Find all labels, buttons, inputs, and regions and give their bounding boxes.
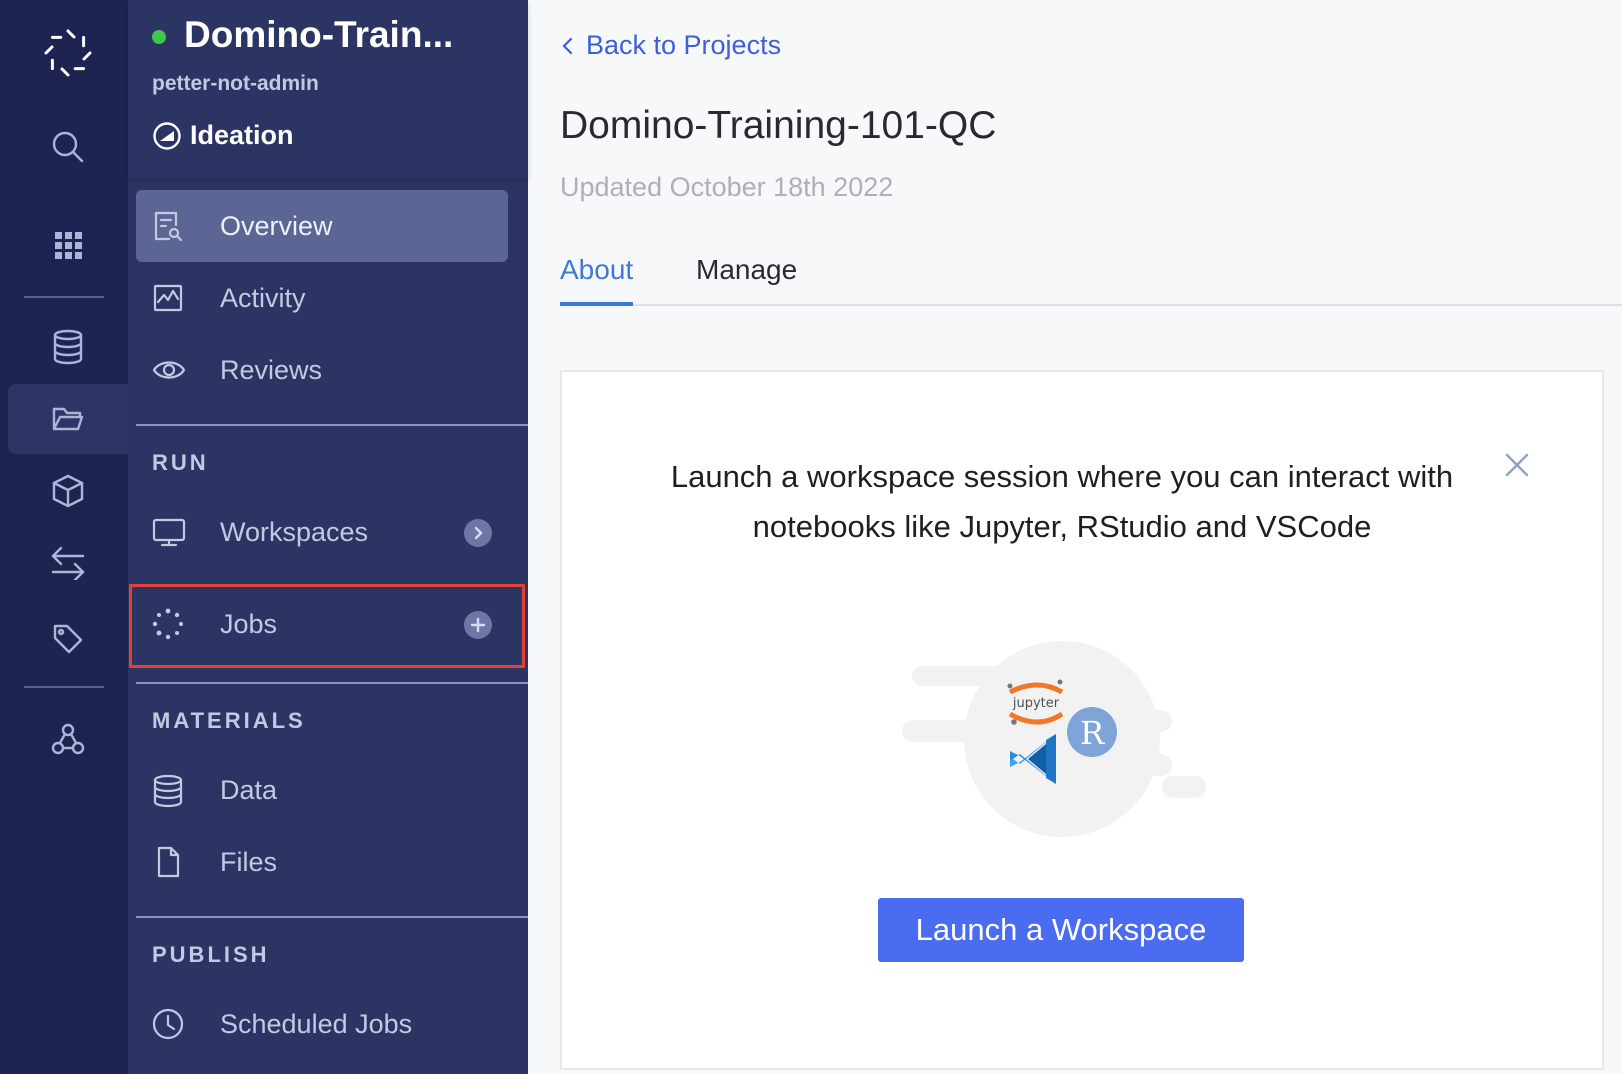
- section-label-publish: PUBLISH: [152, 942, 270, 967]
- jobs-highlight-box: [129, 584, 525, 668]
- network-icon[interactable]: [8, 704, 128, 774]
- activity-icon: [152, 282, 184, 314]
- sidebar-item-overview[interactable]: Overview: [136, 190, 508, 262]
- clock-icon: [152, 1008, 184, 1040]
- sidebar-item-label: Files: [220, 846, 278, 877]
- updated-date: Updated October 18th 2022: [560, 172, 894, 202]
- launch-workspace-button[interactable]: Launch a Workspace: [878, 898, 1244, 962]
- projects-folder-icon[interactable]: [8, 384, 128, 454]
- rail-divider: [24, 296, 104, 298]
- project-owner: petter-not-admin: [152, 72, 319, 95]
- section-divider: [136, 424, 528, 426]
- global-nav-rail: [0, 0, 128, 1074]
- chevron-left-icon: [562, 37, 573, 54]
- project-sidebar: Domino-Train... petter-not-admin Ideatio…: [128, 0, 528, 1074]
- stage-icon: [153, 121, 181, 150]
- sidebar-item-activity[interactable]: Activity: [136, 262, 508, 334]
- sidebar-item-reviews[interactable]: Reviews: [136, 334, 508, 406]
- r-logo-icon: R: [1067, 707, 1117, 757]
- tab-about[interactable]: About: [560, 254, 634, 306]
- tag-icon[interactable]: [8, 604, 128, 674]
- project-stage-label: Ideation: [190, 120, 294, 150]
- sidebar-item-label: Workspaces: [220, 516, 369, 547]
- project-name[interactable]: Domino-Train...: [184, 14, 453, 56]
- sidebar-item-label: Data: [220, 774, 278, 805]
- close-icon[interactable]: [1502, 450, 1532, 480]
- section-divider: [136, 682, 528, 684]
- section-label-materials: MATERIALS: [152, 708, 306, 733]
- workspace-launch-message: Launch a workspace session where you can…: [670, 459, 1454, 544]
- sidebar-item-label: Activity: [220, 282, 306, 313]
- back-to-projects-link[interactable]: Back to Projects: [560, 30, 781, 61]
- workspace-launch-card: Launch a workspace session where you can…: [560, 370, 1604, 1070]
- file-icon: [152, 846, 184, 878]
- search-icon[interactable]: [8, 112, 128, 182]
- section-label-run: RUN: [152, 450, 209, 475]
- sidebar-item-scheduled-jobs[interactable]: Scheduled Jobs: [136, 988, 508, 1060]
- eye-icon: [152, 354, 186, 386]
- tab-manage[interactable]: Manage: [696, 254, 797, 286]
- project-tabs: About Manage: [560, 254, 1622, 306]
- model-cube-icon[interactable]: [8, 456, 128, 526]
- project-status-dot: [152, 30, 166, 44]
- overview-icon: [152, 210, 184, 242]
- jupyter-label: jupyter: [1012, 696, 1060, 711]
- monitor-icon: [152, 516, 186, 548]
- page-title: Domino-Training-101-QC: [560, 104, 997, 147]
- domino-logo-icon[interactable]: [8, 18, 128, 88]
- sidebar-item-label: Reviews: [220, 354, 323, 385]
- main-content: Back to Projects Domino-Training-101-QC …: [528, 0, 1622, 1074]
- exchange-arrows-icon[interactable]: [8, 528, 128, 598]
- project-header: Domino-Train... petter-not-admin Ideatio…: [128, 0, 528, 178]
- r-label: R: [1080, 714, 1105, 752]
- apps-grid-icon[interactable]: [8, 210, 128, 280]
- chevron-right-icon[interactable]: [464, 519, 492, 547]
- project-stage[interactable]: Ideation: [152, 120, 294, 151]
- sidebar-item-label: Overview: [220, 210, 333, 241]
- sidebar-item-workspaces[interactable]: Workspaces: [136, 496, 508, 568]
- workspace-tools-illustration: jupyter R: [902, 641, 1206, 837]
- rail-divider: [24, 686, 104, 688]
- sidebar-item-label: Scheduled Jobs: [220, 1008, 413, 1039]
- sidebar-item-data[interactable]: Data: [136, 754, 508, 826]
- data-icon[interactable]: [8, 312, 128, 382]
- back-to-projects-label: Back to Projects: [586, 30, 782, 60]
- database-icon: [152, 774, 184, 808]
- section-divider: [136, 916, 528, 918]
- sidebar-item-files[interactable]: Files: [136, 826, 508, 898]
